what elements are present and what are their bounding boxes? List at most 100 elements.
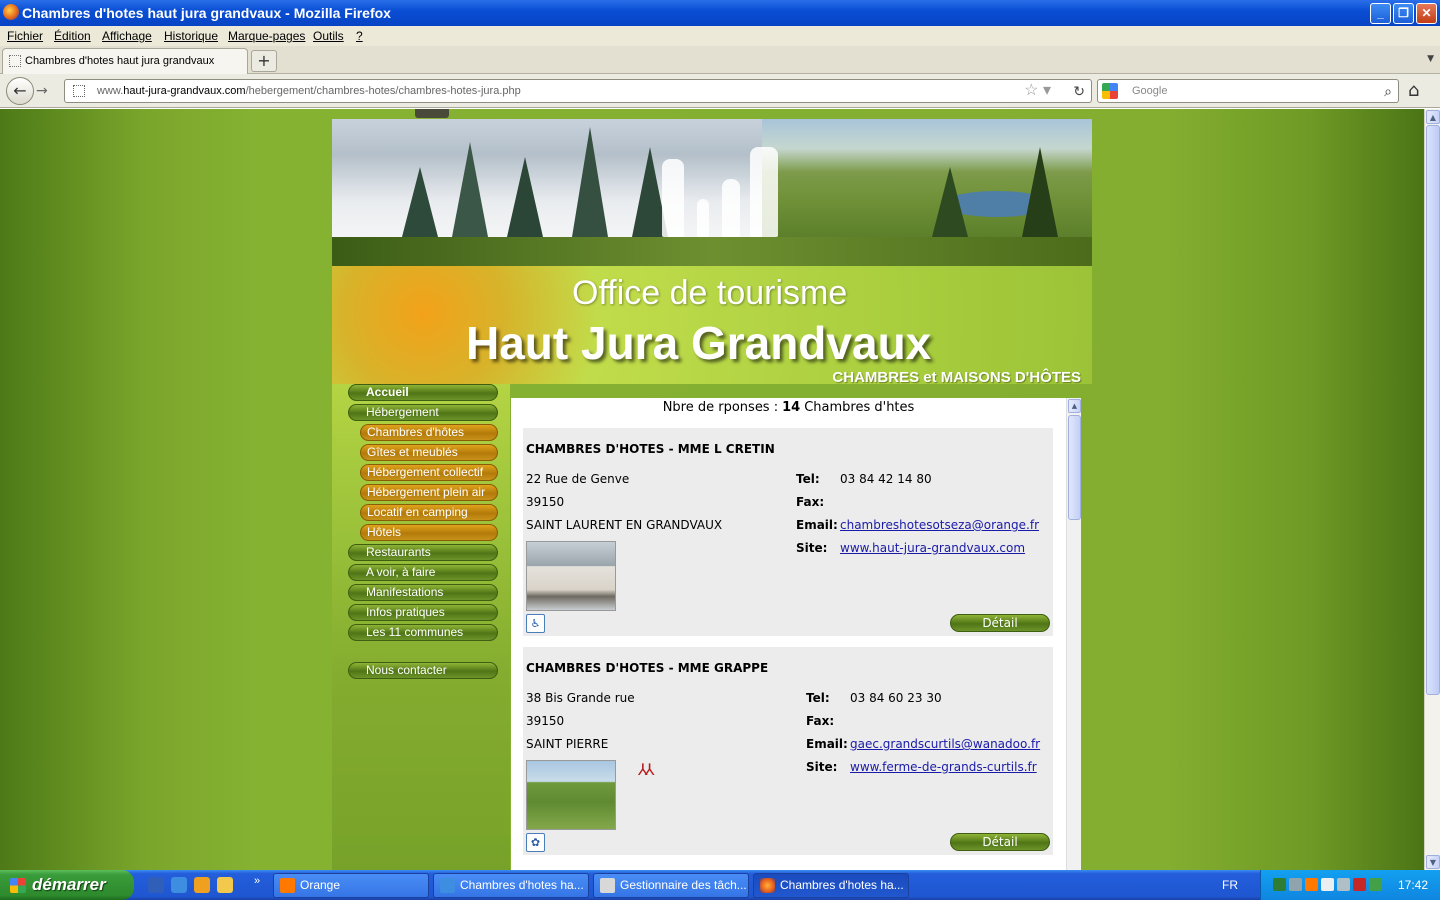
listing-name: CHAMBRES D'HOTES - MME GRAPPE <box>526 661 769 675</box>
tray-network-icon[interactable] <box>1289 878 1302 891</box>
ie-icon <box>440 878 455 893</box>
scroll-down-icon[interactable]: ▼ <box>1426 855 1440 869</box>
nav-hebergement-collectif[interactable]: Hébergement collectif <box>360 464 498 481</box>
start-button[interactable]: démarrer <box>0 870 134 900</box>
listing-email-link[interactable]: gaec.grandscurtils@wanadoo.fr <box>850 737 1040 751</box>
listing-site-link[interactable]: www.haut-jura-grandvaux.com <box>840 541 1025 555</box>
taskbar-item-task-manager[interactable]: Gestionnaire des tâch... <box>593 873 749 898</box>
navigation-bar: ← → www.haut-jura-grandvaux.com/hebergem… <box>0 74 1440 108</box>
listing-card: CHAMBRES D'HOTES - MME L CRETIN 22 Rue d… <box>523 428 1053 636</box>
orange-icon <box>280 878 295 893</box>
quicklaunch-browser-icon[interactable] <box>171 877 187 893</box>
forward-button[interactable]: → <box>36 83 48 99</box>
close-button[interactable]: ✕ <box>1416 3 1437 24</box>
results-count: Nbre de rponses :14 Chambres d'htes <box>662 400 915 415</box>
browser-tab[interactable]: Chambres d'hotes haut jura grandvaux <box>2 48 248 74</box>
scroll-up-icon[interactable]: ▲ <box>1426 110 1440 124</box>
back-button[interactable]: ← <box>6 77 34 105</box>
header-banner-image <box>332 119 1092 237</box>
listing-street: 22 Rue de Genve <box>526 472 630 486</box>
listing-photo[interactable] <box>526 541 616 611</box>
taskbar-item-orange[interactable]: Orange <box>273 873 429 898</box>
fax-label: Fax: <box>796 495 825 509</box>
menu-outils[interactable]: Outils <box>313 29 344 43</box>
url-text: www.haut-jura-grandvaux.com/hebergement/… <box>97 85 521 97</box>
tab-bar: Chambres d'hotes haut jura grandvaux + ▼ <box>0 46 1440 74</box>
fax-label: Fax: <box>806 714 835 728</box>
tray-app-icon[interactable] <box>1353 878 1366 891</box>
nav-hotels[interactable]: Hôtels <box>360 524 498 541</box>
menu-help[interactable]: ? <box>356 29 363 43</box>
firefox-icon <box>760 878 775 893</box>
nav-chambres-hotes[interactable]: Chambres d'hôtes <box>360 424 498 441</box>
detail-button[interactable]: Détail <box>950 833 1050 851</box>
quicklaunch-mail-icon[interactable] <box>194 877 210 893</box>
header-subtitle: CHAMBRES et MAISONS D'HÔTES <box>832 369 1081 386</box>
nav-nous-contacter[interactable]: Nous contacter <box>348 662 498 679</box>
listing-city: SAINT PIERRE <box>526 737 609 751</box>
scroll-up-icon[interactable]: ▲ <box>1068 399 1081 413</box>
header-title-office: Office de tourisme <box>572 274 848 312</box>
search-bar[interactable]: Google ⌕ <box>1097 79 1399 103</box>
page-scrollbar[interactable]: ▲ ▼ <box>1424 109 1440 870</box>
listing-tel: 03 84 42 14 80 <box>840 472 932 486</box>
menu-affichage[interactable]: Affichage <box>102 29 152 43</box>
reload-icon[interactable]: ↻ <box>1073 80 1085 102</box>
menu-historique[interactable]: Historique <box>164 29 218 43</box>
listing-street: 38 Bis Grande rue <box>526 691 635 705</box>
nav-infos-pratiques[interactable]: Infos pratiques <box>348 604 498 621</box>
menu-marque-pages[interactable]: Marque-pages <box>228 29 305 43</box>
quicklaunch-more-icon[interactable]: » <box>254 875 260 887</box>
bookmark-star-icon[interactable]: ☆ ▾ <box>1024 80 1051 102</box>
tray-safely-remove-icon[interactable] <box>1369 878 1382 891</box>
taskbar-item-ie[interactable]: Chambres d'hotes ha... <box>433 873 589 898</box>
taskbar-item-firefox[interactable]: Chambres d'hotes ha... <box>753 873 909 898</box>
windows-logo-icon <box>10 878 26 893</box>
tray-app-icon[interactable] <box>1273 878 1286 891</box>
restore-button[interactable]: ❐ <box>1393 3 1414 24</box>
new-tab-button[interactable]: + <box>251 50 277 72</box>
nav-a-voir-a-faire[interactable]: A voir, à faire <box>348 564 498 581</box>
site-label: Site: <box>806 760 838 774</box>
nav-manifestations[interactable]: Manifestations <box>348 584 498 601</box>
listing-site-link[interactable]: www.ferme-de-grands-curtils.fr <box>850 760 1037 774</box>
tab-list-chevron-icon[interactable]: ▼ <box>1427 54 1434 64</box>
listing-city: SAINT LAURENT EN GRANDVAUX <box>526 518 723 532</box>
tray-app-icon[interactable] <box>1337 878 1350 891</box>
minimize-button[interactable]: _ <box>1370 3 1391 24</box>
nav-accueil[interactable]: Accueil <box>348 384 498 401</box>
detail-button[interactable]: Détail <box>950 614 1050 632</box>
quicklaunch-ie-icon[interactable] <box>148 877 164 893</box>
tray-volume-icon[interactable] <box>1321 878 1334 891</box>
windows-taskbar: démarrer » Orange Chambres d'hotes ha...… <box>0 870 1440 900</box>
nav-locatif-camping[interactable]: Locatif en camping <box>360 504 498 521</box>
window-title-bar: Chambres d'hotes haut jura grandvaux - M… <box>0 0 1440 26</box>
listing-name: CHAMBRES D'HOTES - MME L CRETIN <box>526 442 775 456</box>
nav-communes[interactable]: Les 11 communes <box>348 624 498 641</box>
page-tab-handle[interactable] <box>415 109 449 118</box>
nav-restaurants[interactable]: Restaurants <box>348 544 498 561</box>
email-label: Email: <box>796 518 838 532</box>
results-scrollbar[interactable]: ▲ <box>1066 398 1081 870</box>
menu-fichier[interactable]: Fichier <box>7 29 43 43</box>
site-identity-icon[interactable] <box>73 85 85 97</box>
home-icon[interactable]: ⌂ <box>1408 80 1419 101</box>
menu-edition[interactable]: Édition <box>54 29 91 43</box>
tel-label: Tel: <box>806 691 830 705</box>
listing-photo[interactable] <box>526 760 616 830</box>
scroll-thumb[interactable] <box>1068 415 1081 520</box>
language-indicator[interactable]: FR <box>1222 878 1238 892</box>
banner-strip <box>332 237 1092 266</box>
nav-hebergement-plein-air[interactable]: Hébergement plein air <box>360 484 498 501</box>
address-bar[interactable]: www.haut-jura-grandvaux.com/hebergement/… <box>64 79 1092 103</box>
listing-email-link[interactable]: chambreshotesotseza@orange.fr <box>840 518 1039 532</box>
google-engine-icon[interactable] <box>1102 83 1118 99</box>
quicklaunch-folder-icon[interactable] <box>217 877 233 893</box>
taskbar-clock[interactable]: 17:42 <box>1398 878 1428 892</box>
tab-title: Chambres d'hotes haut jura grandvaux <box>25 55 215 67</box>
nav-gites-meubles[interactable]: Gîtes et meublés <box>360 444 498 461</box>
tray-orange-icon[interactable] <box>1305 878 1318 891</box>
scroll-thumb[interactable] <box>1426 125 1440 695</box>
nav-hebergement[interactable]: Hébergement <box>348 404 498 421</box>
search-icon[interactable]: ⌕ <box>1384 80 1392 102</box>
